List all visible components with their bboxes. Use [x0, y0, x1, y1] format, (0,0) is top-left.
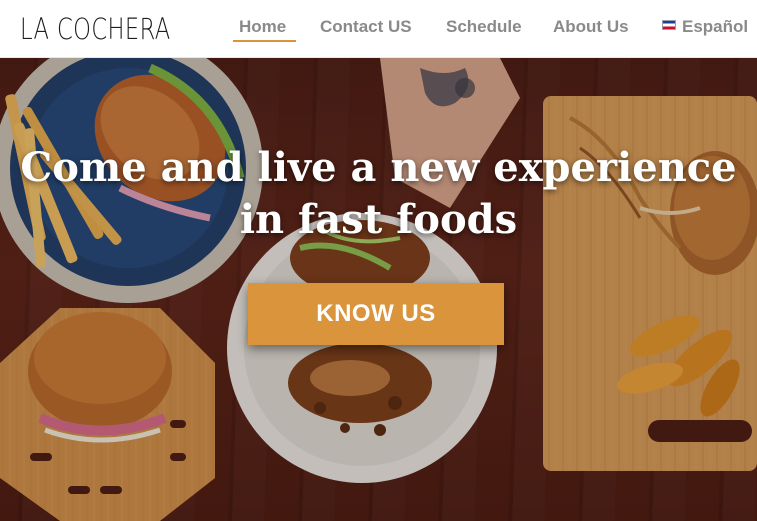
nav-item-language[interactable]: Español: [662, 14, 748, 40]
site-header: LA COCHERA Home Contact US Schedule Abou…: [0, 0, 757, 58]
nav-item-about-us[interactable]: About Us: [553, 14, 629, 40]
hero-headline-line-1: Come and live a new experience: [20, 144, 737, 191]
nav-item-schedule[interactable]: Schedule: [446, 14, 522, 40]
hero-section: Come and live a new experience in fast f…: [0, 58, 757, 521]
costa-rica-flag-icon: [662, 20, 676, 30]
nav-item-language-label: Español: [682, 17, 749, 36]
main-nav: Home Contact US Schedule About Us Españo…: [0, 0, 757, 58]
nav-item-home[interactable]: Home: [239, 14, 286, 40]
nav-item-contact-us[interactable]: Contact US: [320, 14, 412, 40]
hero-headline: Come and live a new experience in fast f…: [0, 142, 757, 246]
nav-active-indicator: [233, 40, 296, 42]
know-us-button[interactable]: KNOW US: [248, 283, 504, 345]
hero-headline-line-2: in fast foods: [239, 196, 518, 243]
